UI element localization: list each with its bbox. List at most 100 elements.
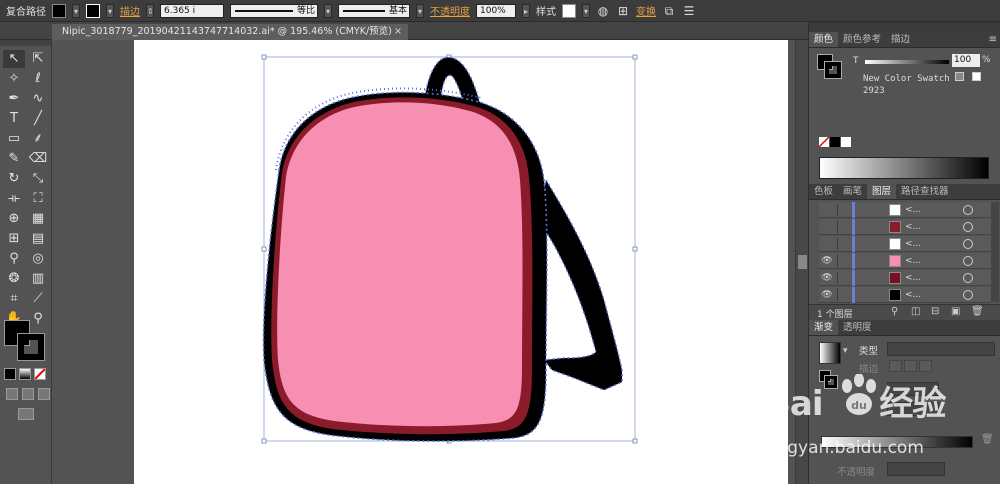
graph-tool-icon[interactable]: ▥ <box>27 270 49 288</box>
lock-slot[interactable] <box>837 204 849 216</box>
target-circle-icon[interactable] <box>963 205 973 215</box>
screen-mode-icon[interactable] <box>18 408 34 420</box>
shape-builder-tool-icon[interactable]: ⊕ <box>3 210 25 228</box>
none-mode-icon[interactable] <box>34 368 46 380</box>
type-tool-icon[interactable]: T <box>3 110 25 128</box>
target-circle-icon[interactable] <box>963 222 973 232</box>
variable-width-profile[interactable]: 等比 <box>230 3 318 18</box>
none-swatch[interactable] <box>819 137 829 147</box>
tab-stroke[interactable]: 描边 <box>886 32 915 47</box>
scale-tool-icon[interactable]: ⤡ <box>27 170 49 188</box>
selection-tool-icon[interactable]: ↖ <box>3 50 25 68</box>
draw-behind-icon[interactable] <box>22 388 34 400</box>
fill-stroke-control[interactable] <box>4 320 48 364</box>
layer-row[interactable]: 👁 <... <box>819 270 991 286</box>
tab-brushes[interactable]: 画笔 <box>838 184 867 199</box>
tint-slider[interactable] <box>865 60 949 64</box>
tab-color[interactable]: 颜色 <box>809 32 839 47</box>
direct-selection-tool-icon[interactable]: ⇱ <box>27 50 49 68</box>
draw-inside-icon[interactable] <box>38 388 50 400</box>
blend-tool-icon[interactable]: ◎ <box>27 250 49 268</box>
tab-color-guide[interactable]: 颜色参考 <box>838 32 886 47</box>
stroke-dropdown-icon[interactable]: ▾ <box>106 3 114 18</box>
layer-row[interactable]: 👁 <... <box>819 253 991 269</box>
eyedropper-tool-icon[interactable]: ⚲ <box>3 250 25 268</box>
new-sublayer-icon[interactable]: ⊟ <box>931 306 939 317</box>
fill-dropdown-icon[interactable]: ▾ <box>72 3 80 18</box>
hidden-eye-slot[interactable] <box>821 238 833 250</box>
tint-input[interactable]: 100 <box>952 54 980 67</box>
isolate-icon[interactable]: ⧉ <box>662 4 676 18</box>
rotate-tool-icon[interactable]: ↻ <box>3 170 25 188</box>
style-dropdown-icon[interactable]: ▾ <box>582 3 590 18</box>
color-mode-icon[interactable] <box>4 368 16 380</box>
gradient-type-select[interactable] <box>887 342 995 356</box>
eye-icon[interactable]: 👁 <box>821 272 833 284</box>
color-spectrum[interactable] <box>819 157 989 179</box>
eye-icon[interactable]: 👁 <box>821 289 833 301</box>
style-swatch[interactable] <box>562 3 576 18</box>
target-circle-icon[interactable] <box>963 290 973 300</box>
tab-layers[interactable]: 图层 <box>867 184 897 199</box>
panel-menu-icon[interactable]: ≡ <box>989 34 997 45</box>
stroke-along-icon[interactable] <box>904 360 917 372</box>
curvature-tool-icon[interactable]: ∿ <box>27 90 49 108</box>
new-layer-icon[interactable]: ▣ <box>951 306 960 317</box>
recolor-icon[interactable]: ◍ <box>596 4 610 18</box>
lock-slot[interactable] <box>837 272 849 284</box>
stroke-swatch[interactable] <box>86 3 100 18</box>
brush-dropdown-icon[interactable]: ▾ <box>416 3 424 18</box>
lock-slot[interactable] <box>837 289 849 301</box>
delete-layer-icon[interactable]: 🗑 <box>971 306 984 317</box>
white-swatch[interactable] <box>841 137 851 147</box>
eraser-tool-icon[interactable]: ⌫ <box>27 150 49 168</box>
stroke-within-icon[interactable] <box>889 360 902 372</box>
gradient-angle-select[interactable] <box>887 382 939 396</box>
canvas-area[interactable] <box>52 40 795 484</box>
tab-gradient[interactable]: 渐变 <box>809 320 839 335</box>
tab-transparency[interactable]: 透明度 <box>838 320 877 335</box>
slice-tool-icon[interactable]: ⟋ <box>27 290 49 308</box>
width-tool-icon[interactable]: ⟛ <box>3 190 25 208</box>
out-of-gamut-icon[interactable] <box>955 72 964 81</box>
rectangle-tool-icon[interactable]: ▭ <box>3 130 25 148</box>
target-circle-icon[interactable] <box>963 239 973 249</box>
target-circle-icon[interactable] <box>963 273 973 283</box>
free-transform-tool-icon[interactable]: ⛶ <box>27 190 49 208</box>
draw-normal-icon[interactable] <box>6 388 18 400</box>
clip-mask-icon[interactable]: ◫ <box>911 306 920 317</box>
stroke-width-input[interactable]: 6.365 i <box>160 3 224 18</box>
mesh-tool-icon[interactable]: ⊞ <box>3 230 25 248</box>
gradient-tool-icon[interactable]: ▤ <box>27 230 49 248</box>
gradient-aspect-select[interactable] <box>887 402 939 416</box>
perspective-grid-tool-icon[interactable]: ▦ <box>27 210 49 228</box>
gradient-mode-icon[interactable] <box>19 368 31 380</box>
gradient-preview-swatch[interactable] <box>819 342 841 364</box>
backpack-artwork[interactable] <box>134 40 788 484</box>
pen-tool-icon[interactable]: ✒ <box>3 90 25 108</box>
eye-icon[interactable]: 👁 <box>821 255 833 267</box>
options-icon[interactable]: ☰ <box>682 4 696 18</box>
gradient-slider[interactable] <box>821 436 973 448</box>
stroke-across-icon[interactable] <box>919 360 932 372</box>
pencil-tool-icon[interactable]: ✎ <box>3 150 25 168</box>
layer-row[interactable]: <... <box>819 219 991 235</box>
magic-wand-tool-icon[interactable]: ✧ <box>3 70 25 88</box>
tab-pathfinder[interactable]: 路径查找器 <box>896 184 954 199</box>
layer-row[interactable]: <... <box>819 202 991 218</box>
line-tool-icon[interactable]: ╱ <box>27 110 49 128</box>
lock-slot[interactable] <box>837 221 849 233</box>
vertical-scroll-thumb[interactable] <box>798 255 807 269</box>
close-icon[interactable]: × <box>394 24 402 40</box>
opacity-dropdown-icon[interactable]: ▸ <box>522 3 530 18</box>
hidden-eye-slot[interactable] <box>821 221 833 233</box>
hidden-eye-slot[interactable] <box>821 204 833 216</box>
layer-row[interactable]: <... <box>819 236 991 252</box>
color-stroke-swatch[interactable] <box>824 61 842 79</box>
layers-scrollbar[interactable] <box>991 202 999 302</box>
lasso-tool-icon[interactable]: ℓ <box>27 70 49 88</box>
artboard[interactable] <box>134 40 788 484</box>
artboard-tool-icon[interactable]: ⌗ <box>3 290 25 308</box>
delete-stop-icon[interactable]: 🗑 <box>981 434 994 445</box>
brush-definition[interactable]: 基本 <box>338 3 410 18</box>
